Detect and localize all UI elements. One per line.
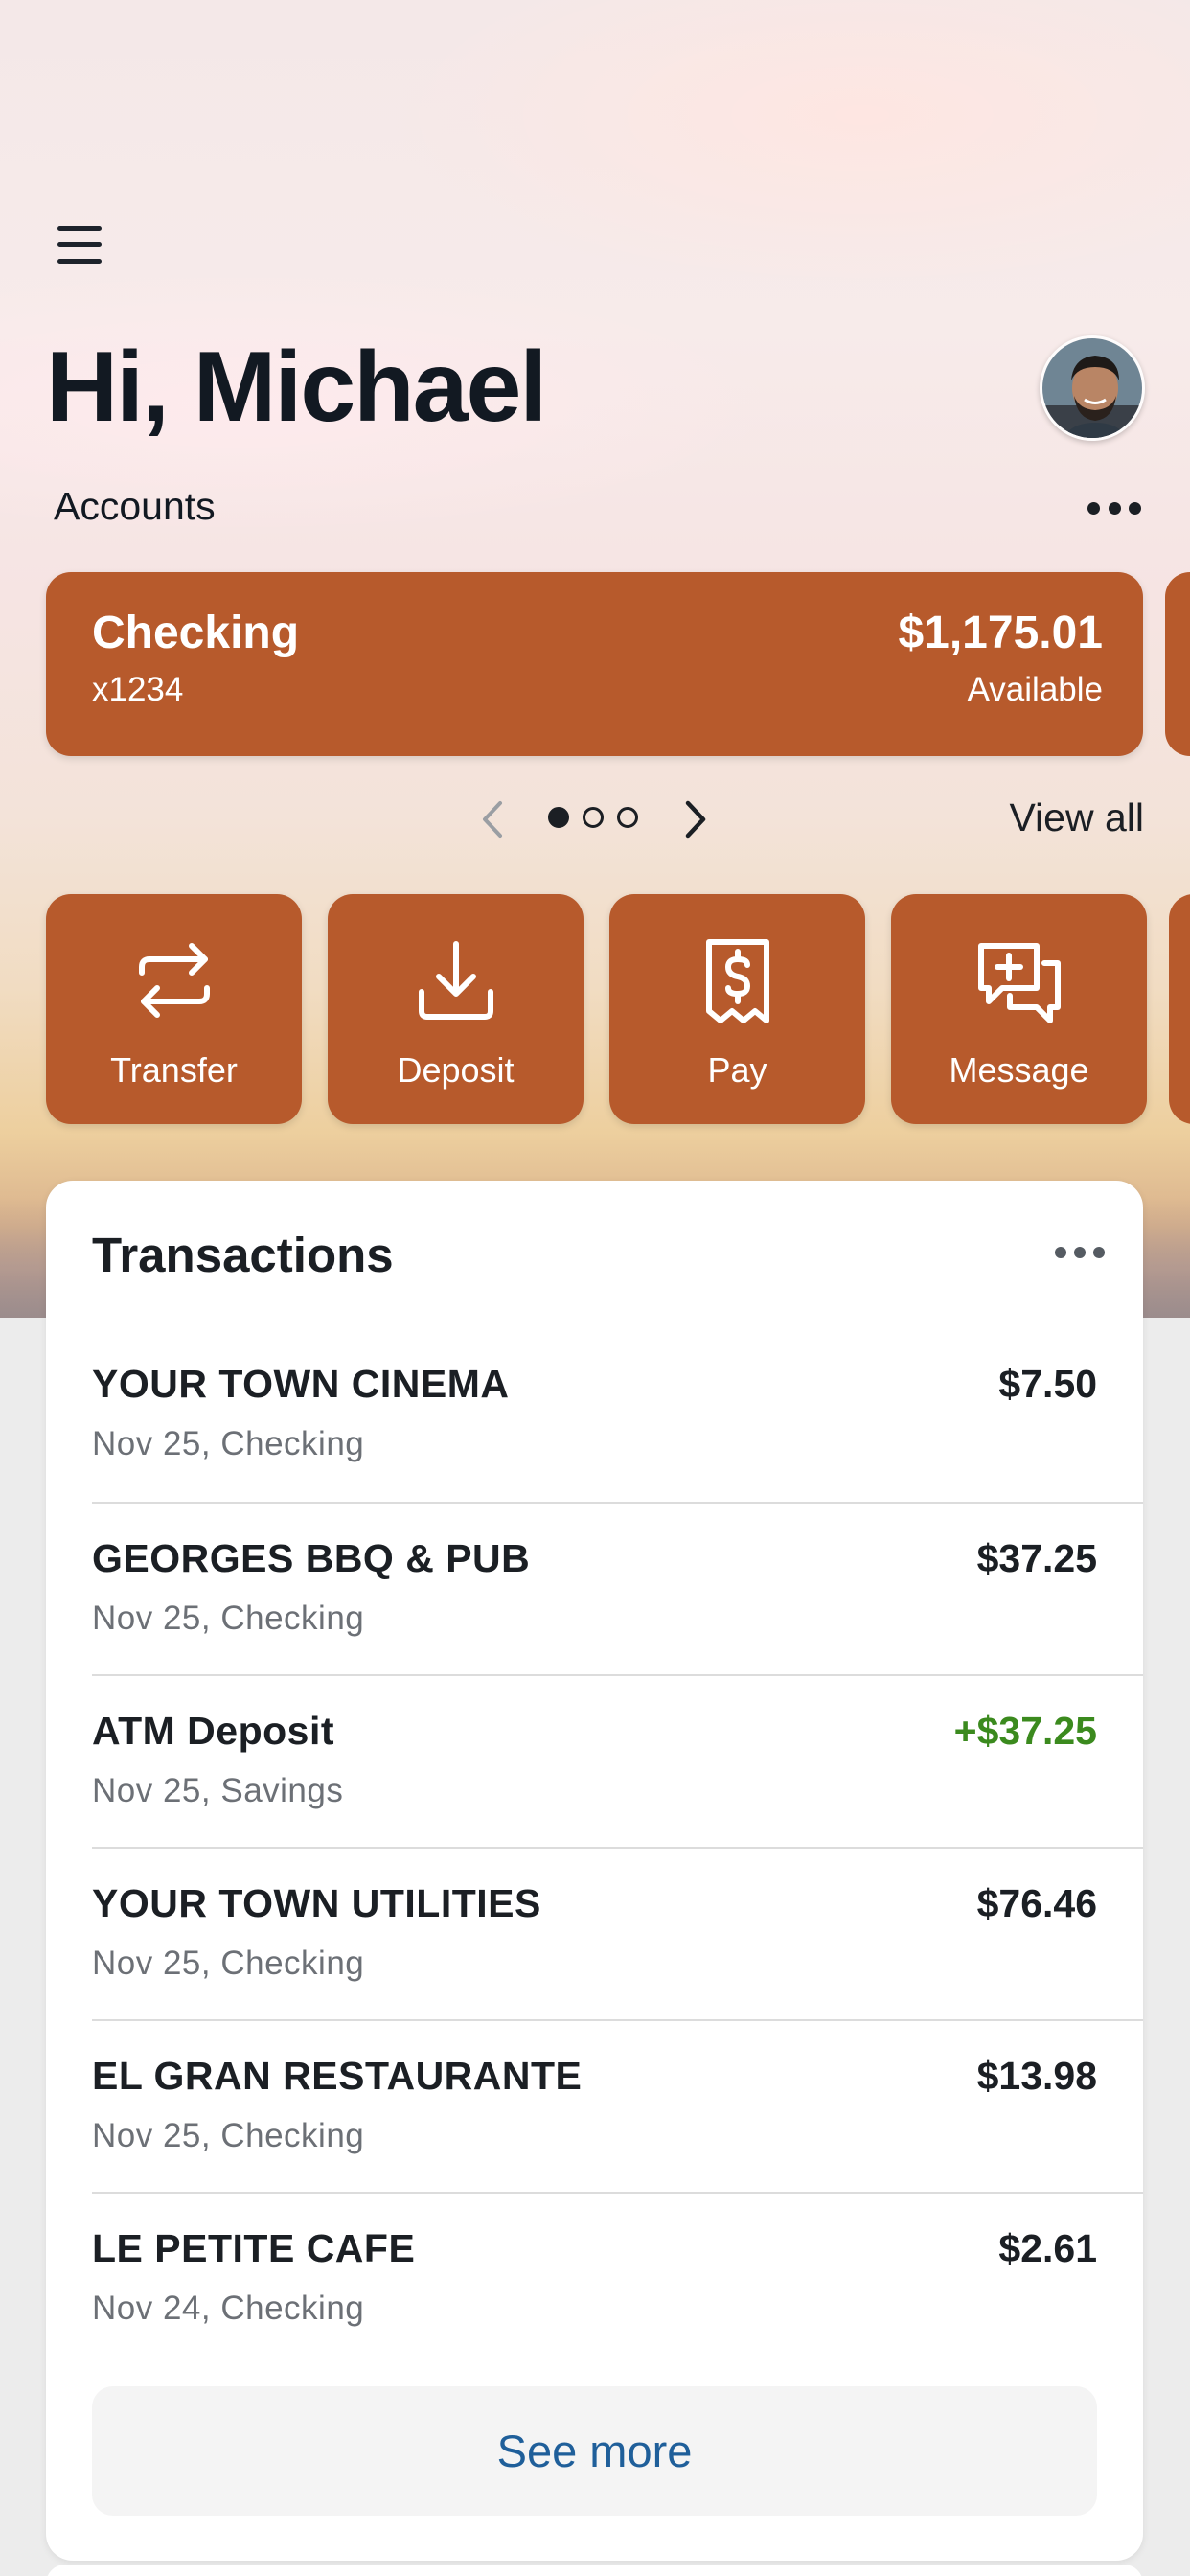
dollar-receipt-icon bbox=[705, 939, 769, 1024]
transaction-name: YOUR TOWN CINEMA bbox=[92, 1362, 510, 1406]
transaction-row[interactable]: GEORGES BBQ & PUB Nov 25, Checking $37.2… bbox=[92, 1502, 1143, 1674]
transaction-amount: +$37.25 bbox=[953, 1709, 1097, 1753]
app-screen: Hi, Michael Accounts Checking x1234 $1,1… bbox=[0, 0, 1190, 2576]
accounts-heading: Accounts bbox=[54, 484, 216, 528]
message-button[interactable]: Message bbox=[891, 894, 1147, 1124]
transaction-details: Nov 25, Savings bbox=[92, 1772, 344, 1809]
transaction-details: Nov 25, Checking bbox=[92, 1599, 365, 1637]
message-label: Message bbox=[949, 1050, 1089, 1090]
greeting-title: Hi, Michael bbox=[46, 332, 547, 443]
transactions-card: Transactions YOUR TOWN CINEMA Nov 25, Ch… bbox=[46, 1181, 1143, 2561]
transaction-amount: $2.61 bbox=[998, 2226, 1097, 2270]
pager-dot bbox=[617, 807, 638, 828]
pager-dot bbox=[583, 807, 604, 828]
accounts-more-icon[interactable] bbox=[1087, 494, 1141, 522]
transaction-name: YOUR TOWN UTILITIES bbox=[92, 1881, 541, 1925]
download-tray-icon bbox=[418, 941, 493, 1020]
transaction-details: Nov 25, Checking bbox=[92, 1425, 365, 1462]
transactions-title: Transactions bbox=[92, 1228, 394, 1282]
transaction-name: EL GRAN RESTAURANTE bbox=[92, 2054, 583, 2098]
menu-icon[interactable] bbox=[54, 222, 107, 268]
account-pager-dots bbox=[548, 807, 638, 830]
chat-plus-icon bbox=[977, 943, 1061, 1024]
transfer-label: Transfer bbox=[110, 1050, 238, 1090]
account-balance-label: Available bbox=[967, 671, 1103, 708]
pay-button[interactable]: Pay bbox=[609, 894, 865, 1124]
pager-dot-active bbox=[548, 807, 569, 828]
transaction-row[interactable]: ATM Deposit Nov 25, Savings +$37.25 bbox=[92, 1674, 1143, 1847]
transaction-details: Nov 25, Checking bbox=[92, 1944, 365, 1982]
account-name: Checking bbox=[92, 608, 300, 658]
transaction-name: ATM Deposit bbox=[92, 1709, 335, 1753]
account-number: x1234 bbox=[92, 671, 184, 708]
transaction-row[interactable]: LE PETITE CAFE Nov 24, Checking $2.61 bbox=[92, 2192, 1143, 2364]
transfer-button[interactable]: Transfer bbox=[46, 894, 302, 1124]
transaction-details: Nov 25, Checking bbox=[92, 2117, 365, 2154]
transactions-list: YOUR TOWN CINEMA Nov 25, Checking $7.50 … bbox=[92, 1329, 1143, 2364]
transaction-name: GEORGES BBQ & PUB bbox=[92, 1536, 531, 1580]
deposit-button[interactable]: Deposit bbox=[328, 894, 584, 1124]
chevron-right-icon[interactable] bbox=[676, 795, 715, 843]
pay-label: Pay bbox=[707, 1050, 767, 1090]
transaction-row[interactable]: YOUR TOWN UTILITIES Nov 25, Checking $76… bbox=[92, 1847, 1143, 2019]
transaction-name: LE PETITE CAFE bbox=[92, 2226, 416, 2270]
see-more-button[interactable]: See more bbox=[92, 2386, 1097, 2516]
deposit-label: Deposit bbox=[397, 1050, 515, 1090]
transaction-amount: $37.25 bbox=[976, 1536, 1097, 1580]
avatar[interactable] bbox=[1040, 335, 1145, 441]
next-account-card[interactable] bbox=[1165, 572, 1190, 756]
account-balance: $1,175.01 bbox=[898, 608, 1103, 658]
transaction-details: Nov 24, Checking bbox=[92, 2289, 365, 2327]
view-all-link[interactable]: View all bbox=[1009, 795, 1144, 840]
transaction-row[interactable]: YOUR TOWN CINEMA Nov 25, Checking $7.50 bbox=[92, 1329, 1143, 1502]
transactions-more-icon[interactable] bbox=[1055, 1246, 1105, 1259]
transaction-amount: $76.46 bbox=[976, 1881, 1097, 1925]
transaction-row[interactable]: EL GRAN RESTAURANTE Nov 25, Checking $13… bbox=[92, 2019, 1143, 2192]
next-section-card bbox=[46, 2564, 1143, 2576]
transfer-arrows-icon bbox=[138, 943, 210, 1018]
next-action-tile[interactable] bbox=[1169, 894, 1190, 1124]
account-card-checking[interactable]: Checking x1234 $1,175.01 Available bbox=[46, 572, 1143, 756]
transaction-amount: $13.98 bbox=[976, 2054, 1097, 2098]
transaction-amount: $7.50 bbox=[998, 1362, 1097, 1406]
chevron-left-icon[interactable] bbox=[473, 795, 512, 843]
